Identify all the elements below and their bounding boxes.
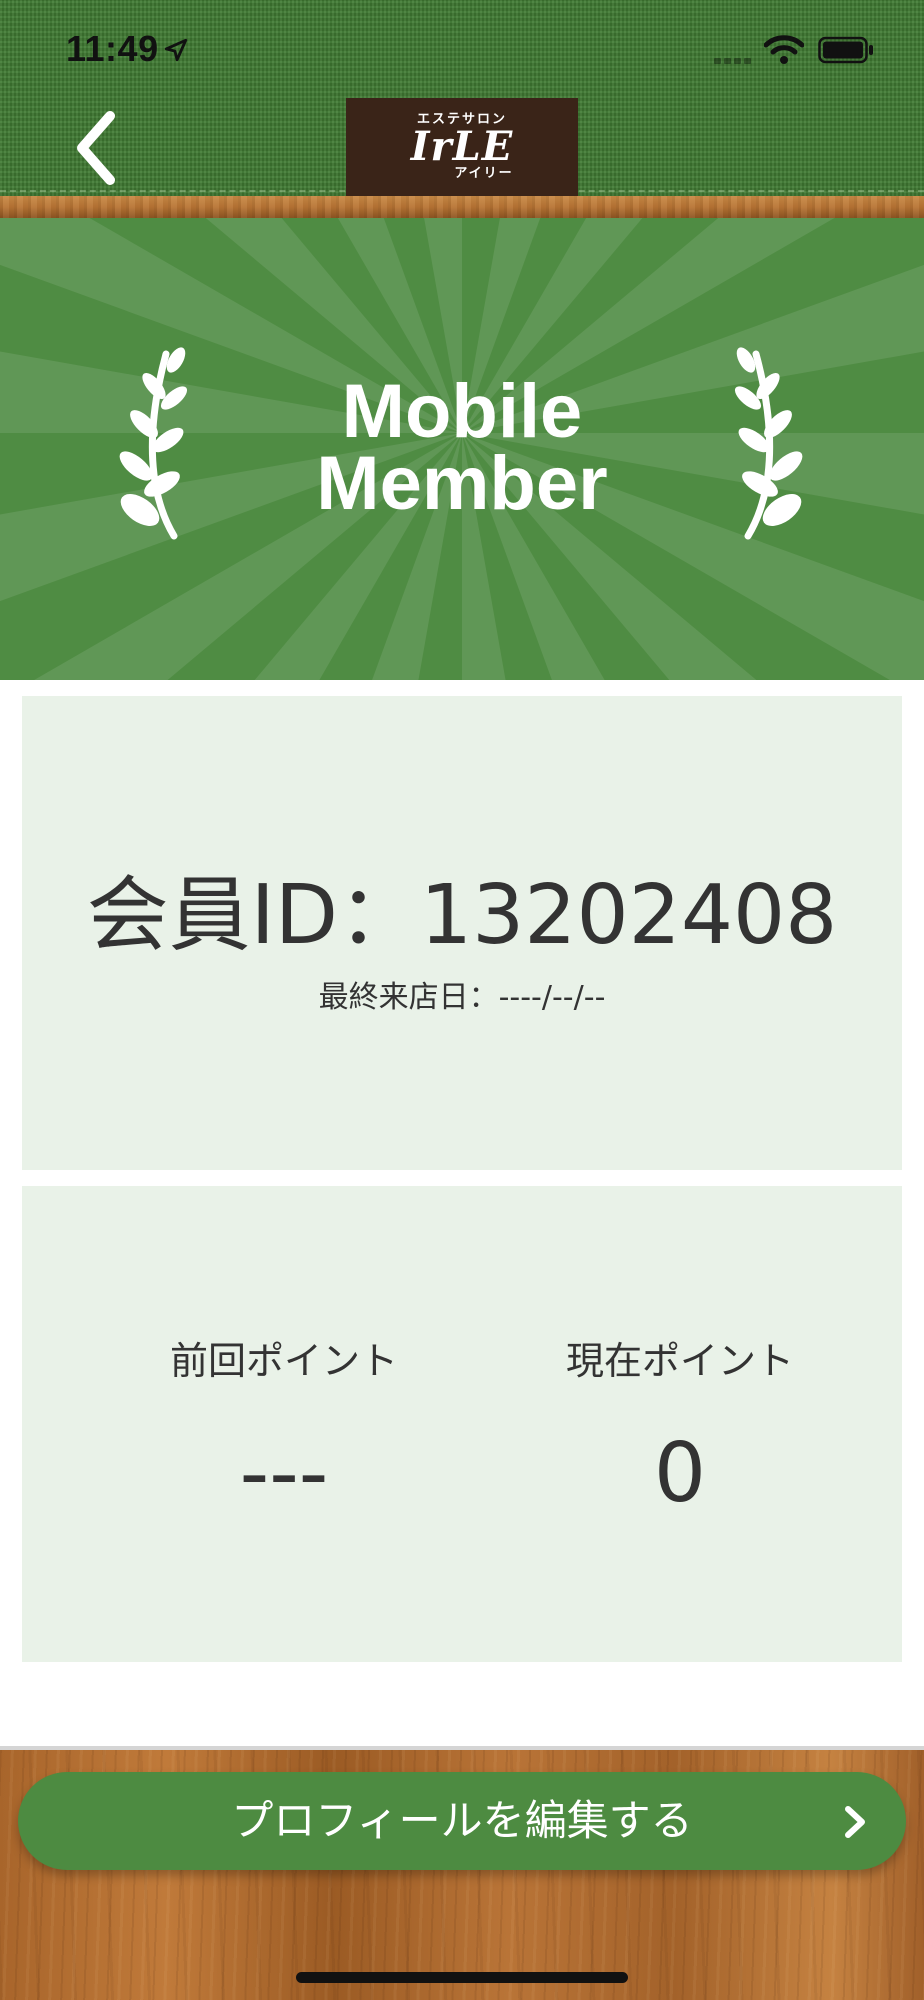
cellular-signal-icon [714,54,754,64]
member-info-card: 会員ID：13202408 最終来店日：----/--/-- [22,696,902,1170]
previous-points-value: --- [239,1426,329,1521]
current-points-value: 0 [653,1426,707,1521]
member-id: 会員ID：13202408 [86,868,838,963]
current-points: 現在ポイント 0 [480,1336,880,1524]
laurel-right-icon [734,347,803,540]
footer-divider [0,1746,924,1750]
edit-profile-button[interactable]: プロフィールを編集する [18,1772,906,1870]
location-arrow-icon [164,38,188,62]
previous-points: 前回ポイント --- [84,1336,484,1524]
last-visit-date: 最終来店日：----/--/-- [318,980,606,1015]
chevron-left-icon [77,111,115,185]
edit-profile-label: プロフィールを編集する [231,1796,693,1845]
banner-title-line1: Mobile [341,369,583,454]
status-bar: 11:49 [0,0,924,100]
battery-full-icon [818,36,873,64]
brand-logo: エステサロン IrLE アイリー [346,98,578,196]
app-header: 11:49 エステサロン IrLE アイリー [0,0,924,218]
chevron-right-icon [845,1806,865,1838]
wifi-icon [764,35,804,64]
footer-bar: プロフィールを編集する [0,1746,924,2000]
points-card: 前回ポイント --- 現在ポイント 0 [22,1186,902,1662]
banner-title: Mobile Member [262,369,662,526]
previous-points-label: 前回ポイント [169,1339,398,1383]
logo-main-text: IrLE [410,123,514,170]
mobile-member-banner: Mobile Member [0,218,924,680]
current-points-label: 現在ポイント [565,1339,794,1383]
logo-sub-text: アイリー [454,166,514,181]
home-indicator [296,1972,628,1983]
back-button[interactable] [56,100,136,196]
laurel-left-icon [119,347,188,540]
status-time: 11:49 [66,28,159,69]
banner-title-line2: Member [316,441,608,526]
header-wood-border [0,196,924,218]
